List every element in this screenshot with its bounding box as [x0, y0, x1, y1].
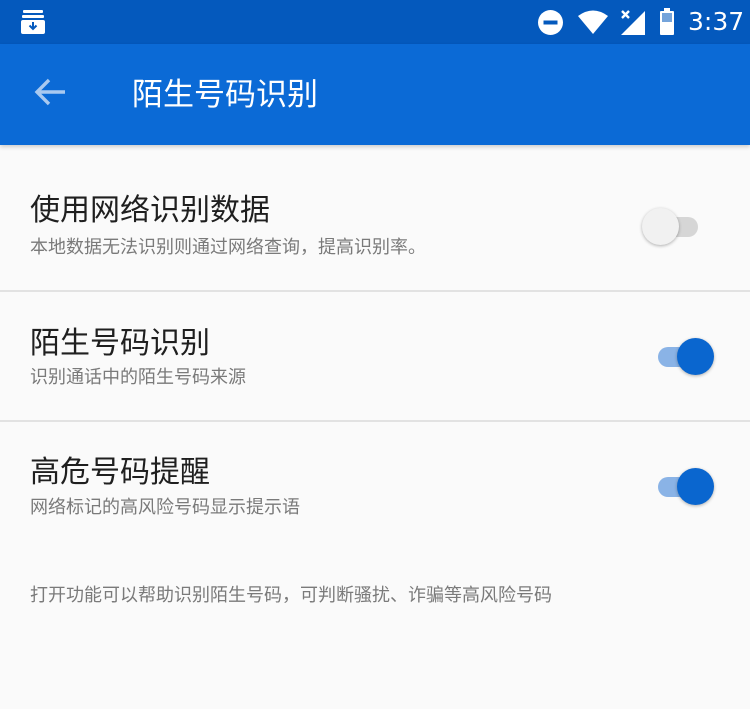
switch-thumb [677, 338, 714, 375]
setting-description: 识别通话中的陌生号码来源 [30, 367, 246, 388]
page-title: 陌生号码识别 [132, 77, 318, 113]
app-bar: 陌生号码识别 [0, 44, 750, 145]
setting-title: 高危号码提醒 [30, 455, 210, 490]
switch-thumb [677, 468, 714, 505]
status-time: 3:37 [688, 7, 745, 36]
setting-network-recognition[interactable]: 使用网络识别数据 本地数据无法识别则通过网络查询，提高识别率。 [0, 161, 750, 291]
download-notification-icon[interactable] [19, 8, 47, 36]
wifi-icon [577, 9, 609, 35]
network-recognition-toggle[interactable] [642, 206, 702, 246]
setting-description: 本地数据无法识别则通过网络查询，提高识别率。 [30, 237, 426, 258]
switch-thumb [642, 208, 679, 245]
setting-title: 陌生号码识别 [30, 326, 210, 361]
status-bar: 3:37 [0, 0, 750, 44]
back-button[interactable] [20, 66, 80, 122]
battery-icon [659, 8, 675, 36]
footer-note: 打开功能可以帮助识别陌生号码，可判断骚扰、诈骗等高风险号码 [30, 585, 552, 606]
unknown-number-recognition-toggle[interactable] [656, 336, 716, 376]
setting-high-risk-alert[interactable]: 高危号码提醒 网络标记的高风险号码显示提示语 [0, 422, 750, 552]
cellular-signal-icon [618, 8, 646, 36]
arrow-left-icon [33, 77, 67, 111]
setting-unknown-number-recognition[interactable]: 陌生号码识别 识别通话中的陌生号码来源 [0, 292, 750, 422]
setting-title: 使用网络识别数据 [30, 193, 270, 228]
high-risk-alert-toggle[interactable] [656, 466, 716, 506]
do-not-disturb-icon [537, 9, 564, 36]
setting-description: 网络标记的高风险号码显示提示语 [30, 497, 300, 518]
